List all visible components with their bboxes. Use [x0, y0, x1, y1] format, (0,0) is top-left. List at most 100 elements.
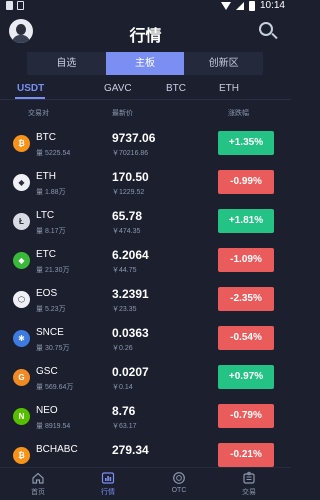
market-segment-tabs: 自选 主板 创新区 [27, 52, 263, 75]
column-price: 最新价 [112, 110, 133, 117]
gsc-icon: G [13, 369, 30, 386]
change-badge[interactable]: +0.97% [218, 365, 274, 389]
wifi-icon [220, 1, 231, 10]
coin-row-bchabc[interactable]: ₿ BCHABC 279.34 -0.21% [0, 436, 291, 468]
status-bar: 10:14 [0, 0, 291, 12]
tab-usdt[interactable]: USDT [17, 83, 44, 94]
coin-volume: 量 569.64万 [36, 384, 74, 391]
column-headers: 交易对 最新价 涨跌幅 [0, 108, 291, 120]
coin-volume: 量 1.88万 [36, 189, 66, 196]
change-badge[interactable]: -0.21% [218, 443, 274, 467]
coin-volume: 量 21.30万 [36, 267, 70, 274]
market-list: ₿ BTC 量 5225.54 9737.06 ￥70216.86 +1.35% ◆ ETH 量… [0, 124, 291, 468]
coin-price: 65.78 [112, 209, 143, 223]
search-icon[interactable] [259, 22, 273, 36]
nav-market[interactable]: 行情 [88, 471, 128, 497]
coin-row-etc[interactable]: ◆ ETC 量 21.30万 6.2064 ￥44.75 -1.09% [0, 241, 291, 280]
nav-trade-label: 交易 [242, 489, 256, 496]
change-badge[interactable]: -1.09% [218, 248, 274, 272]
page-title: 行情 [129, 28, 162, 45]
coin-volume: 量 8.17万 [36, 228, 66, 235]
base-currency-tabs: USDT GAVC BTC ETH [0, 78, 291, 100]
nav-home[interactable]: 首页 [18, 471, 58, 497]
coin-price-cny: ￥70216.86 [112, 150, 149, 157]
column-pair: 交易对 [28, 110, 49, 117]
bottom-nav: 首页 行情 OTC 交易 [0, 467, 291, 500]
app-header: 行情 [0, 14, 291, 50]
change-badge[interactable]: -0.54% [218, 326, 274, 350]
coin-price: 9737.06 [112, 131, 156, 145]
trade-icon [243, 471, 255, 484]
coin-price: 0.0207 [112, 365, 149, 379]
coin-price-cny: ￥1229.52 [112, 189, 145, 196]
tab-innovation-zone[interactable]: 创新区 [184, 52, 263, 75]
nav-home-label: 首页 [31, 489, 45, 496]
coin-price: 8.76 [112, 404, 136, 418]
eos-icon: ⬡ [13, 291, 30, 308]
tab-gavc[interactable]: GAVC [104, 83, 132, 94]
clock: 10:14 [259, 0, 285, 11]
coin-volume: 量 5.23万 [36, 306, 66, 313]
active-tab-indicator [15, 97, 45, 99]
etc-icon: ◆ [13, 252, 30, 269]
coin-price-cny: ￥44.75 [112, 267, 137, 274]
coin-symbol: EOS [36, 288, 58, 299]
change-badge[interactable]: +1.81% [218, 209, 274, 233]
coin-price: 170.50 [112, 170, 149, 184]
coin-symbol: SNCE [36, 327, 64, 338]
snce-icon: ✱ [13, 330, 30, 347]
coin-symbol: ETH [36, 171, 56, 182]
coin-price-cny: ￥63.17 [112, 423, 137, 430]
nav-market-label: 行情 [101, 489, 115, 496]
signal-icon [235, 1, 244, 10]
ltc-icon: Ł [13, 213, 30, 230]
coin-price: 3.2391 [112, 287, 149, 301]
coin-price: 0.0363 [112, 326, 149, 340]
market-icon [101, 472, 115, 484]
coin-row-gsc[interactable]: G GSC 量 569.64万 0.0207 ￥0.14 +0.97% [0, 358, 291, 397]
otc-icon [173, 472, 185, 484]
tab-main-board[interactable]: 主板 [105, 52, 185, 75]
coin-row-neo[interactable]: N NEO 量 8919.54 8.76 ￥63.17 -0.79% [0, 397, 291, 436]
coin-row-ltc[interactable]: Ł LTC 量 8.17万 65.78 ￥474.35 +1.81% [0, 202, 291, 241]
coin-symbol: GSC [36, 366, 58, 377]
change-badge[interactable]: +1.35% [218, 131, 274, 155]
change-badge[interactable]: -0.99% [218, 170, 274, 194]
change-badge[interactable]: -0.79% [218, 404, 274, 428]
coin-price-cny: ￥0.26 [112, 345, 133, 352]
coin-row-snce[interactable]: ✱ SNCE 量 30.75万 0.0363 ￥0.26 -0.54% [0, 319, 291, 358]
coin-symbol: NEO [36, 405, 58, 416]
sd-card-icon [17, 1, 24, 10]
column-change: 涨跌幅 [228, 110, 249, 117]
coin-row-eos[interactable]: ⬡ EOS 量 5.23万 3.2391 ￥23.35 -2.35% [0, 280, 291, 319]
coin-symbol: BCHABC [36, 444, 78, 455]
neo-icon: N [13, 408, 30, 425]
coin-volume: 量 8919.54 [36, 423, 71, 430]
tab-favorites[interactable]: 自选 [27, 52, 106, 75]
coin-row-eth[interactable]: ◆ ETH 量 1.88万 170.50 ￥1229.52 -0.99% [0, 163, 291, 202]
nav-trade[interactable]: 交易 [229, 471, 269, 497]
coin-price-cny: ￥474.35 [112, 228, 141, 235]
coin-price: 279.34 [112, 443, 149, 457]
coin-symbol: BTC [36, 132, 56, 143]
coin-symbol: LTC [36, 210, 55, 221]
coin-price-cny: ￥23.35 [112, 306, 137, 313]
notification-icons [6, 1, 24, 10]
coin-price: 6.2064 [112, 248, 149, 262]
battery-icon [248, 0, 255, 11]
home-icon [32, 472, 44, 484]
nav-otc-label: OTC [171, 487, 187, 494]
coin-volume: 量 5225.54 [36, 150, 71, 157]
tab-btc[interactable]: BTC [166, 83, 186, 94]
coin-symbol: ETC [36, 249, 56, 260]
system-icons: 10:14 [220, 0, 285, 11]
change-badge[interactable]: -2.35% [218, 287, 274, 311]
coin-volume: 量 30.75万 [36, 345, 70, 352]
coin-row-btc[interactable]: ₿ BTC 量 5225.54 9737.06 ￥70216.86 +1.35% [0, 124, 291, 163]
nav-otc[interactable]: OTC [159, 471, 199, 494]
bch-icon: ₿ [13, 447, 30, 464]
notification-icon [6, 1, 13, 10]
tab-eth[interactable]: ETH [219, 83, 239, 94]
coin-price-cny: ￥0.14 [112, 384, 133, 391]
eth-icon: ◆ [13, 174, 30, 191]
